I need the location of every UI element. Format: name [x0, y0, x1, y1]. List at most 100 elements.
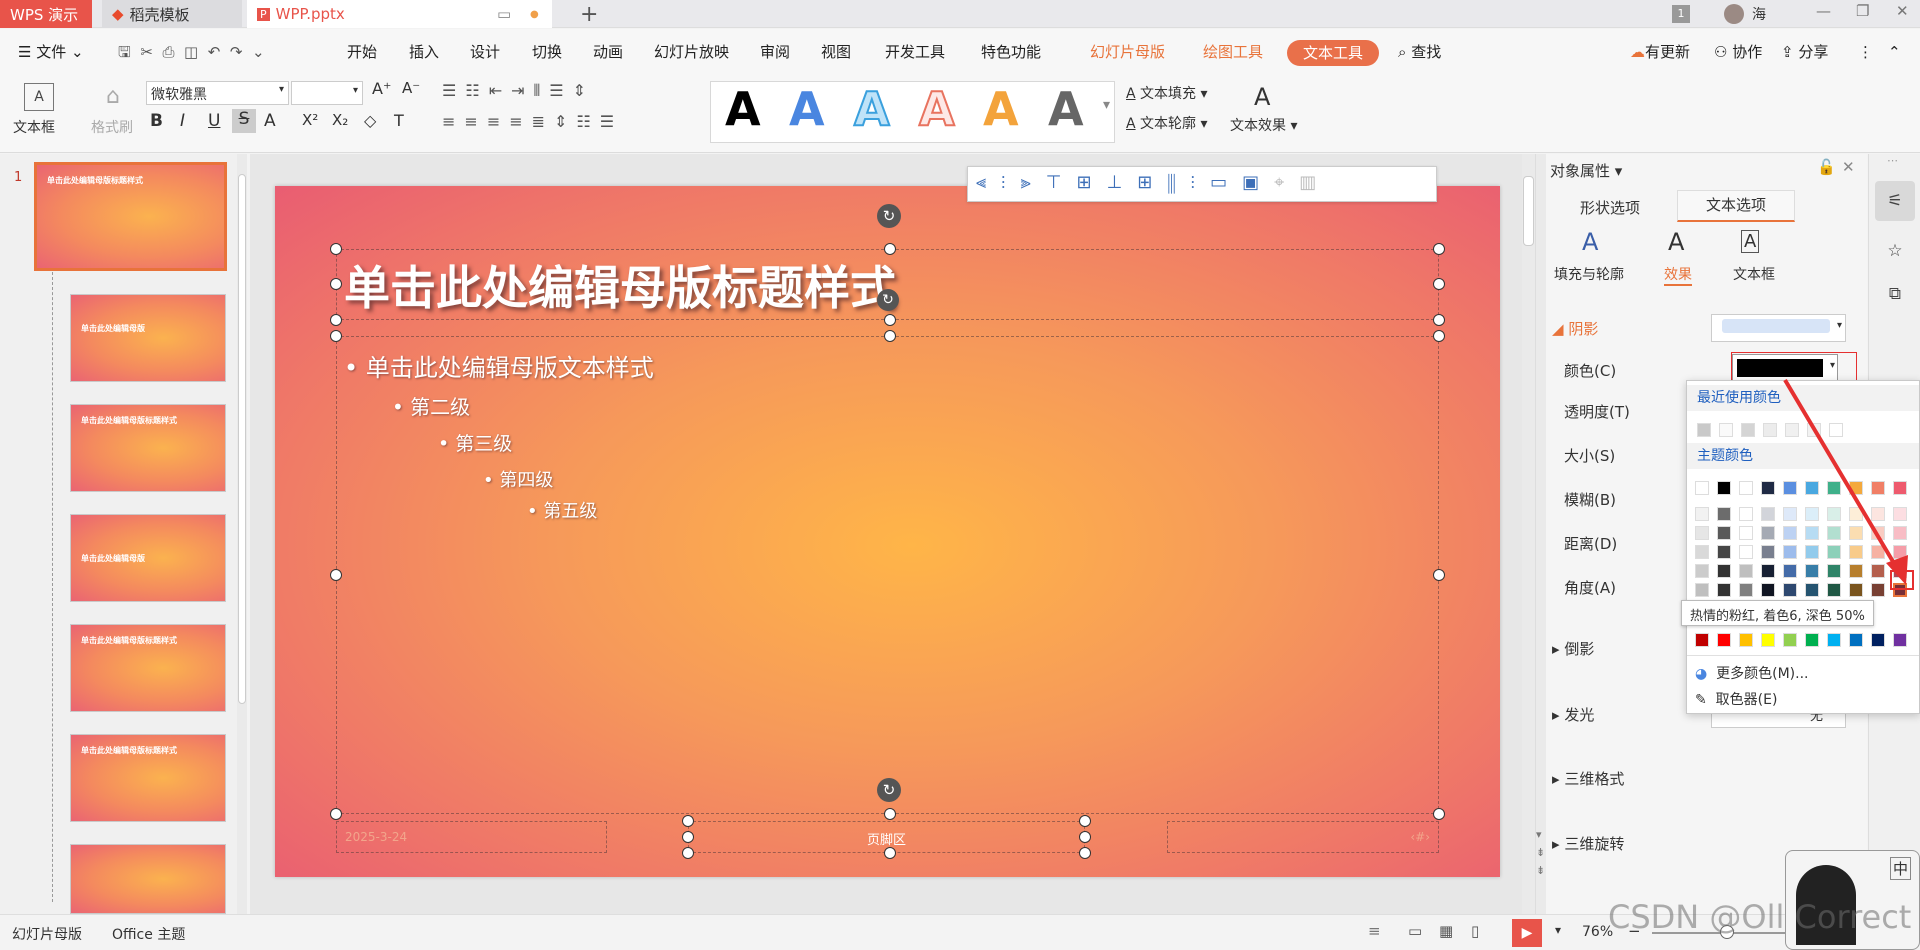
shadow-section[interactable]: ◢ 阴影 — [1552, 318, 1598, 339]
sorter-view-icon[interactable]: ▦ — [1439, 922, 1453, 940]
panel-title[interactable]: 对象属性 ▾ — [1550, 160, 1622, 181]
recent-swatch[interactable] — [1741, 423, 1755, 437]
resize-handle[interactable] — [1433, 569, 1445, 581]
body-level-4[interactable]: • 第四级 — [483, 466, 553, 492]
paragraph-tools-bottom[interactable]: ≡≡≡≡≣⇕☷☰ — [442, 112, 623, 131]
resize-handle[interactable] — [884, 808, 896, 820]
resize-handle[interactable] — [884, 243, 896, 255]
scroll-arrows-icon[interactable]: ▾ ⇟ ⇟ — [1536, 826, 1545, 880]
more-icon[interactable]: ⋮ — [1858, 29, 1873, 75]
textbox-button[interactable]: 文本框 — [13, 117, 55, 137]
tab-docer-templates[interactable]: ◆ 稻壳模板 — [102, 0, 242, 28]
recent-swatch[interactable] — [1719, 423, 1733, 437]
text-fill-button[interactable]: A 文本填充 ▾ — [1126, 83, 1208, 103]
collab-button[interactable]: ⚇ 协作 — [1714, 29, 1762, 75]
standard-swatch[interactable] — [1805, 633, 1819, 647]
style-blue-outline[interactable]: A — [853, 81, 891, 137]
standard-swatch[interactable] — [1739, 633, 1753, 647]
menu-review[interactable]: 审阅 — [760, 29, 790, 75]
body-level-2[interactable]: • 第二级 — [392, 391, 470, 420]
textbox-icon[interactable]: A — [24, 83, 54, 111]
thumbnail-layout-5[interactable]: 单击此处编辑母版标题样式 — [70, 734, 226, 822]
style-orange[interactable]: A — [983, 82, 1019, 136]
underline-icon[interactable]: U — [208, 111, 220, 131]
theme-swatch[interactable] — [1739, 507, 1753, 521]
resize-handle[interactable] — [1079, 815, 1091, 827]
search-button[interactable]: ⌕ 查找 — [1398, 29, 1441, 75]
resize-handle[interactable] — [330, 569, 342, 581]
menu-drawing-tools[interactable]: 绘图工具 — [1203, 29, 1263, 75]
sidebar-top-icon[interactable]: ⋯ — [1887, 154, 1898, 167]
normal-view-icon[interactable]: ▭ — [1408, 922, 1422, 940]
thumbnail-layout-2[interactable]: 单击此处编辑母版标题样式 — [70, 404, 226, 492]
theme-swatch[interactable] — [1695, 507, 1709, 521]
theme-swatch[interactable] — [1717, 526, 1731, 540]
update-button[interactable]: ☁有更新 — [1630, 29, 1690, 75]
rotate-handle-icon[interactable]: ↻ — [877, 204, 901, 228]
resize-handle[interactable] — [884, 847, 896, 859]
save-icon[interactable]: 🖫 — [118, 43, 131, 61]
thumbnail-layout-4[interactable]: 单击此处编辑母版标题样式 — [70, 624, 226, 712]
italic-icon[interactable]: I — [180, 111, 185, 131]
master-slide[interactable]: 单击此处编辑母版标题样式 • 单击此处编辑母版文本样式 • 第二级 • 第三级 … — [275, 186, 1500, 877]
tab-wps-presentation[interactable]: WPS 演示 — [0, 0, 92, 28]
preview-icon[interactable]: ◫ — [184, 43, 198, 61]
eraser-icon[interactable]: ◇ — [364, 111, 376, 130]
resize-handle[interactable] — [330, 243, 342, 255]
number-placeholder[interactable]: ‹#› — [1167, 821, 1439, 853]
notes-icon[interactable]: ≡ — [1368, 922, 1381, 940]
theme-swatch[interactable] — [1717, 583, 1731, 597]
format-brush-button[interactable]: 格式刷 — [91, 117, 133, 137]
menu-insert[interactable]: 插入 — [409, 29, 439, 75]
menu-developer[interactable]: 开发工具 — [885, 29, 945, 75]
thumbnail-layout-6[interactable] — [70, 844, 226, 914]
theme-swatch[interactable] — [1739, 583, 1753, 597]
thumbnail-scroll-thumb[interactable] — [238, 174, 246, 704]
body-level-3[interactable]: • 第三级 — [438, 429, 512, 456]
resize-handle[interactable] — [1433, 314, 1445, 326]
text-outline-button[interactable]: A 文本轮廓 ▾ — [1126, 113, 1208, 133]
standard-swatch[interactable] — [1695, 633, 1709, 647]
print-icon[interactable]: ⎙ — [162, 43, 174, 61]
menu-slide-master[interactable]: 幻灯片母版 — [1090, 29, 1165, 75]
resize-handle[interactable] — [1433, 243, 1445, 255]
monitor-icon[interactable]: ▭ — [497, 5, 511, 23]
format3d-section[interactable]: ▸ 三维格式 — [1552, 768, 1624, 789]
char-border-icon[interactable]: T — [394, 111, 404, 130]
resize-handle[interactable] — [330, 330, 342, 342]
standard-swatch[interactable] — [1717, 633, 1731, 647]
gallery-more-icon[interactable]: ▾ — [1103, 97, 1110, 113]
canvas-scrollbar[interactable] — [1522, 154, 1535, 914]
rotate-handle-icon[interactable]: ↻ — [877, 289, 899, 311]
collapse-ribbon-icon[interactable]: ⌃ — [1888, 29, 1901, 75]
thumbnail-layout-1[interactable]: 单击此处编辑母版 — [70, 294, 226, 382]
resize-handle[interactable] — [330, 808, 342, 820]
paragraph-tools-top[interactable]: ☰☷⇤⇥⫴☰⇕ — [442, 81, 595, 101]
resize-handle[interactable] — [682, 831, 694, 843]
shapes-icon[interactable]: ⧉ — [1875, 274, 1915, 314]
resize-handle[interactable] — [1079, 831, 1091, 843]
rotate-handle-icon[interactable]: ↻ — [877, 778, 901, 802]
thumbnail-master[interactable]: 单击此处编辑母版标题样式 — [34, 162, 227, 271]
avatar[interactable] — [1724, 4, 1744, 24]
recent-swatch[interactable] — [1697, 423, 1711, 437]
grow-font-icon[interactable]: A⁺ — [372, 79, 391, 98]
standard-swatch[interactable] — [1827, 633, 1841, 647]
tab-document[interactable]: P WPP.pptx ▭ ● — [247, 0, 552, 28]
style-blue[interactable]: A — [789, 82, 825, 136]
theme-swatch[interactable] — [1695, 545, 1709, 559]
theme-swatch[interactable] — [1695, 583, 1709, 597]
theme-swatch[interactable] — [1717, 545, 1731, 559]
minimize-icon[interactable]: — — [1816, 2, 1831, 20]
theme-swatch[interactable] — [1739, 564, 1753, 578]
menu-slideshow[interactable]: 幻灯片放映 — [654, 29, 729, 75]
theme-swatch[interactable] — [1739, 545, 1753, 559]
theme-swatch[interactable] — [1717, 507, 1731, 521]
align-toolbar[interactable]: ⫷⫶⫸⊤⊞⊥⊞⫼⫶▭▣⌖▥ — [967, 166, 1437, 202]
resize-handle[interactable] — [1433, 808, 1445, 820]
theme-swatch[interactable] — [1739, 481, 1753, 495]
theme-swatch[interactable] — [1717, 481, 1731, 495]
tab-text-options[interactable]: 文本选项 — [1677, 190, 1795, 222]
bold-icon[interactable]: B — [150, 111, 163, 131]
more-colors-item[interactable]: ◕ 更多颜色(M)... — [1695, 663, 1808, 683]
